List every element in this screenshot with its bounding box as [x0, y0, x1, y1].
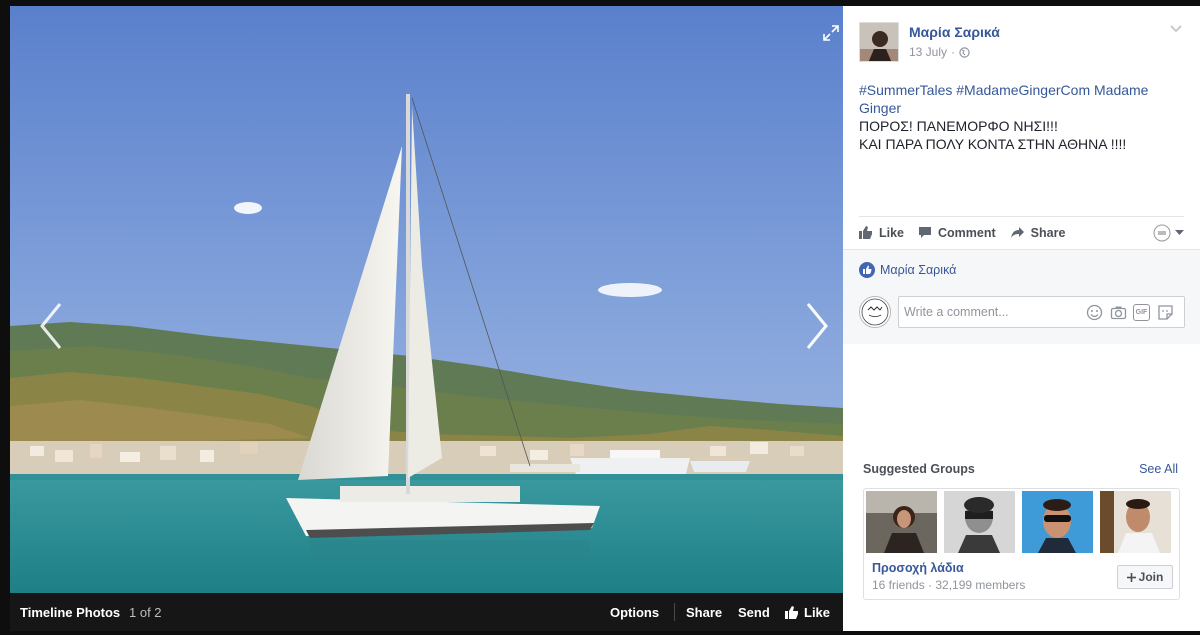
- commenter-avatar: [859, 296, 891, 328]
- sticker-icon[interactable]: [1157, 304, 1174, 321]
- share-action[interactable]: Share: [1010, 225, 1066, 240]
- suggested-groups-title: Suggested Groups: [863, 462, 975, 476]
- group-card[interactable]: Προσοχή λάδια 16 friends · 32,199 member…: [863, 488, 1180, 600]
- chevron-down-icon: [1175, 230, 1184, 235]
- photo-counter: 1 of 2: [129, 605, 162, 620]
- share-arrow-icon: [1010, 227, 1024, 238]
- camera-icon[interactable]: [1110, 304, 1127, 321]
- comment-action-label: Comment: [938, 225, 996, 240]
- sailboat-photo: [10, 6, 843, 593]
- globe-icon: [959, 46, 970, 58]
- send-button[interactable]: Send: [738, 605, 770, 620]
- chevron-left-icon[interactable]: [34, 298, 68, 354]
- options-button[interactable]: Options: [610, 605, 659, 620]
- page-avatar-icon: [1153, 224, 1171, 242]
- post-date[interactable]: 13 July: [909, 45, 947, 59]
- comment-icon: [919, 227, 932, 238]
- like-action[interactable]: Like: [859, 226, 904, 240]
- divider: [674, 603, 675, 621]
- gif-icon[interactable]: GIF: [1133, 304, 1150, 321]
- expand-icon[interactable]: [822, 24, 840, 42]
- member-photo-image: [1100, 491, 1171, 553]
- post-actions: Like Comment Share: [859, 216, 1184, 248]
- album-title[interactable]: Timeline Photos: [20, 605, 120, 620]
- thumbs-up-icon: [785, 606, 798, 619]
- join-label: Join: [1138, 570, 1164, 584]
- post-photo[interactable]: [10, 6, 843, 593]
- chevron-right-icon[interactable]: [800, 298, 834, 354]
- member-photo: [1022, 491, 1093, 553]
- member-photo-image: [944, 491, 1015, 553]
- member-photo-image: [1022, 491, 1093, 553]
- like-reaction-icon: [859, 262, 875, 278]
- post-message: #SummerTales #MadameGingerCom Madame Gin…: [859, 81, 1184, 153]
- like-button[interactable]: Like: [785, 605, 830, 620]
- like-action-label: Like: [879, 225, 905, 240]
- photo-action-bar: Timeline Photos 1 of 2 Options Share Sen…: [10, 593, 843, 631]
- liker-name[interactable]: Μαρία Σαρικά: [880, 263, 956, 277]
- comment-action[interactable]: Comment: [918, 226, 996, 240]
- thumbs-up-icon: [859, 226, 872, 239]
- post-side-panel: Μαρία Σαρικά 13 July · #SummerTales #Mad…: [843, 6, 1200, 631]
- reactions-and-comments: Μαρία Σαρικά Write a comment... GIF: [843, 249, 1200, 344]
- hashtag-madamegingercom[interactable]: #MadameGingerCom: [956, 82, 1090, 98]
- emoji-icon[interactable]: [1086, 304, 1103, 321]
- madame-ginger-logo: [861, 298, 889, 326]
- like-label: Like: [804, 605, 831, 620]
- member-photo: [866, 491, 937, 553]
- author-photo: [860, 23, 898, 61]
- chevron-down-icon[interactable]: [1169, 24, 1183, 34]
- member-photo: [944, 491, 1015, 553]
- see-all-link[interactable]: See All: [1139, 462, 1178, 476]
- author-avatar[interactable]: [859, 22, 899, 62]
- photo-theater: Timeline Photos 1 of 2 Options Share Sen…: [0, 0, 1200, 635]
- comment-composer: GIF: [898, 296, 1185, 328]
- likes-summary: Μαρία Σαρικά: [859, 262, 956, 278]
- share-action-label: Share: [1030, 225, 1066, 240]
- author-name[interactable]: Μαρία Σαρικά: [909, 24, 1000, 40]
- message-line: ΠΟΡΟΣ! ΠΑΝΕΜΟΡΦΟ ΝΗΣΙ!!!: [859, 118, 1058, 134]
- plus-icon: [1126, 572, 1136, 582]
- post-as-selector[interactable]: [1153, 224, 1184, 242]
- member-photo: [1100, 491, 1171, 553]
- group-name[interactable]: Προσοχή λάδια: [872, 561, 964, 575]
- hashtag-summertales[interactable]: #SummerTales: [859, 82, 952, 98]
- member-photo-image: [866, 491, 937, 553]
- comment-input[interactable]: [899, 297, 1079, 327]
- post-header: Μαρία Σαρικά 13 July ·: [843, 6, 1200, 78]
- share-button[interactable]: Share: [686, 605, 722, 620]
- group-stats: 16 friends · 32,199 members: [872, 578, 1026, 592]
- meta-separator: ·: [951, 45, 956, 59]
- post-meta: 13 July ·: [909, 45, 970, 59]
- message-line: ΚΑΙ ΠΑΡΑ ΠΟΛΥ ΚΟΝΤΑ ΣΤΗΝ ΑΘΗΝΑ !!!!: [859, 136, 1127, 152]
- join-group-button[interactable]: Join: [1117, 565, 1173, 589]
